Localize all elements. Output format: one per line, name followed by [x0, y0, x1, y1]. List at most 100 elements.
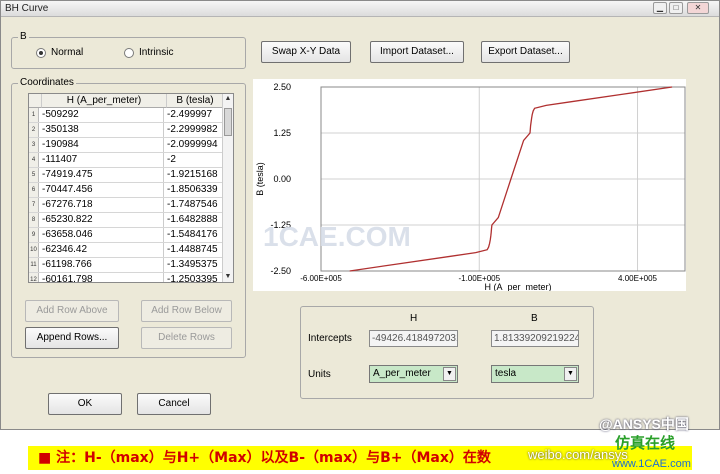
row-header-corner: [29, 94, 42, 108]
coordinates-label: Coordinates: [18, 77, 76, 88]
bh-curve-dialog: BH Curve ▁ □ ✕ B Normal Intrinsic Swap X…: [0, 0, 720, 432]
cell-h[interactable]: -111407: [42, 153, 164, 167]
intercepts-h-header: H: [410, 313, 418, 324]
y-tick-label: 2.50: [273, 82, 291, 92]
cell-b[interactable]: -2: [167, 153, 223, 167]
normal-radio-label: Normal: [51, 47, 84, 58]
intercept-b-field[interactable]: 1.81339209219224: [491, 330, 579, 347]
row-number: 12: [29, 273, 39, 282]
cancel-button[interactable]: Cancel: [137, 393, 211, 415]
table-row[interactable]: 12 -60161.798 -1.2503395: [29, 273, 223, 282]
export-dataset-button[interactable]: Export Dataset...: [481, 41, 570, 63]
table-row[interactable]: 7 -67276.718 -1.7487546: [29, 198, 223, 213]
intercepts-b-header: B: [531, 313, 538, 324]
cell-h[interactable]: -60161.798: [42, 273, 164, 282]
y-axis-label: B (tesla): [255, 162, 265, 196]
watermark-ansys: @ANSYS中国: [599, 416, 689, 432]
normal-radio-dot[interactable]: [36, 47, 46, 58]
import-dataset-button[interactable]: Import Dataset...: [370, 41, 464, 63]
cell-h[interactable]: -74919.475: [42, 168, 164, 182]
b-group: B Normal Intrinsic: [11, 31, 246, 69]
cell-h[interactable]: -190984: [42, 138, 164, 152]
table-scrollbar[interactable]: ▲ ▼: [222, 94, 233, 282]
table-row[interactable]: 11 -61198.766 -1.3495375: [29, 258, 223, 273]
table-row[interactable]: 3 -190984 -2.0999994: [29, 138, 223, 153]
h-unit-value: A_per_meter: [373, 368, 431, 379]
watermark-url: www.1CAE.com: [612, 458, 691, 470]
table-row[interactable]: 2 -350138 -2.2999982: [29, 123, 223, 138]
add-row-below-button[interactable]: Add Row Below: [141, 300, 232, 322]
cell-h[interactable]: -67276.718: [42, 198, 164, 212]
table-row[interactable]: 5 -74919.475 -1.9215168: [29, 168, 223, 183]
cell-h[interactable]: -70447.456: [42, 183, 164, 197]
cell-h[interactable]: -63658.046: [42, 228, 164, 242]
maximize-icon[interactable]: □: [669, 2, 683, 14]
intrinsic-radio-label: Intrinsic: [139, 47, 174, 58]
table-row[interactable]: 6 -70447.456 -1.8506339: [29, 183, 223, 198]
normal-radio[interactable]: Normal: [36, 47, 83, 58]
intercepts-panel: [300, 306, 594, 399]
append-rows-button[interactable]: Append Rows...: [25, 327, 119, 349]
add-row-above-button[interactable]: Add Row Above: [25, 300, 119, 322]
cell-b[interactable]: -2.0999994: [167, 138, 223, 152]
minimize-icon[interactable]: ▁: [653, 2, 667, 14]
close-icon[interactable]: ✕: [687, 2, 709, 14]
row-number: 10: [29, 243, 39, 257]
cell-h[interactable]: -62346.42: [42, 243, 164, 257]
cell-b[interactable]: -1.5484176: [167, 228, 223, 242]
cell-b[interactable]: -1.3495375: [167, 258, 223, 272]
cell-b[interactable]: -1.6482888: [167, 213, 223, 227]
row-number: 5: [29, 168, 39, 182]
column-header-h[interactable]: H (A_per_meter): [42, 94, 167, 108]
intercepts-label: Intercepts: [308, 333, 352, 344]
cell-b[interactable]: -2.499997: [167, 108, 223, 122]
chevron-down-icon[interactable]: ▼: [564, 367, 577, 381]
h-unit-select[interactable]: A_per_meter ▼: [369, 365, 458, 383]
b-group-label: B: [18, 31, 29, 42]
cell-h[interactable]: -61198.766: [42, 258, 164, 272]
chevron-down-icon[interactable]: ▼: [443, 367, 456, 381]
cell-b[interactable]: -1.7487546: [167, 198, 223, 212]
scroll-up-icon[interactable]: ▲: [223, 94, 233, 104]
row-number: 11: [29, 258, 39, 272]
row-number: 3: [29, 138, 39, 152]
watermark-site: 仿真在线: [615, 435, 676, 452]
row-number: 4: [29, 153, 39, 167]
intrinsic-radio-dot[interactable]: [124, 47, 134, 58]
cell-b[interactable]: -1.4488745: [167, 243, 223, 257]
x-tick-label: 4.00E+005: [618, 274, 657, 283]
scroll-thumb[interactable]: [224, 108, 232, 136]
window-title: BH Curve: [5, 3, 49, 14]
cell-b[interactable]: -1.9215168: [167, 168, 223, 182]
cell-b[interactable]: -2.2999982: [167, 123, 223, 137]
cell-b[interactable]: -1.8506339: [167, 183, 223, 197]
intercept-h-field[interactable]: -49426.4184972031: [369, 330, 458, 347]
table-row[interactable]: 8 -65230.822 -1.6482888: [29, 213, 223, 228]
cell-h[interactable]: -350138: [42, 123, 164, 137]
table-row[interactable]: 9 -63658.046 -1.5484176: [29, 228, 223, 243]
row-number: 9: [29, 228, 39, 242]
b-unit-select[interactable]: tesla ▼: [491, 365, 579, 383]
y-tick-label: 0.00: [273, 174, 291, 184]
swap-xy-button[interactable]: Swap X-Y Data: [261, 41, 351, 63]
cell-h[interactable]: -65230.822: [42, 213, 164, 227]
row-number: 8: [29, 213, 39, 227]
units-label: Units: [308, 369, 331, 380]
intrinsic-radio[interactable]: Intrinsic: [124, 47, 173, 58]
cell-b[interactable]: -1.2503395: [167, 273, 223, 282]
scroll-down-icon[interactable]: ▼: [223, 272, 233, 282]
ok-button[interactable]: OK: [48, 393, 122, 415]
coordinates-table[interactable]: H (A_per_meter) B (tesla) 1 -509292 -2.499…: [28, 93, 234, 283]
chart-svg: 2.501.250.00-1.25-2.50-6.00E+005 -1.00E+0…: [255, 82, 686, 292]
watermark-1cae: 1CAE.COM: [263, 221, 411, 252]
x-tick-label: -6.00E+005: [300, 274, 342, 283]
column-header-b[interactable]: B (tesla): [167, 94, 224, 108]
table-row[interactable]: 10 -62346.42 -1.4488745: [29, 243, 223, 258]
cell-h[interactable]: -509292: [42, 108, 164, 122]
x-axis-label: H (A_per_meter): [484, 282, 551, 291]
y-tick-label: 1.25: [273, 128, 291, 138]
row-number: 1: [29, 108, 39, 122]
delete-rows-button[interactable]: Delete Rows: [141, 327, 232, 349]
table-row[interactable]: 4 -111407 -2: [29, 153, 223, 168]
table-row[interactable]: 1 -509292 -2.499997: [29, 108, 223, 123]
